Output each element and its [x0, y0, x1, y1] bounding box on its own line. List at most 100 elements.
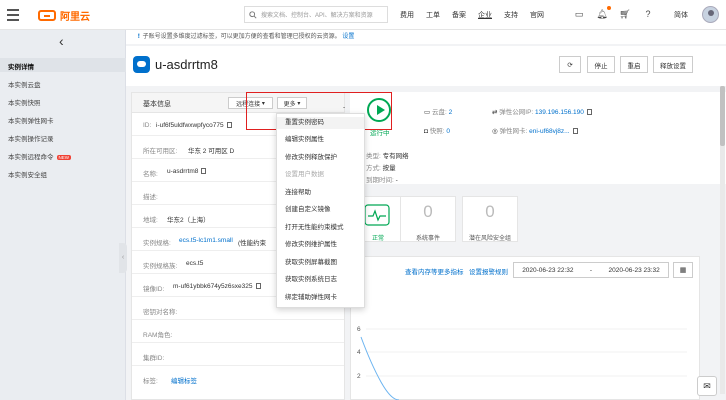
snapshot-icon: ◘: [424, 128, 428, 135]
menu-unlimited-mode[interactable]: 打开无性能约束模式: [277, 222, 364, 234]
language-switch[interactable]: 简体: [674, 10, 688, 20]
info-key: ID:: [143, 122, 152, 129]
scrollbar[interactable]: [720, 86, 725, 394]
date-range-picker[interactable]: 2020-06-23 22:32 - 2020-06-23 23:32: [513, 262, 669, 278]
refresh-button[interactable]: ⟳: [559, 56, 581, 73]
calendar-button[interactable]: ▦: [673, 262, 693, 278]
nav-official-site[interactable]: 官网: [530, 10, 544, 20]
info-key: 名称:: [143, 171, 158, 178]
instance-name-value: u-asdrrtm8: [167, 168, 199, 175]
stop-button[interactable]: 停止: [587, 56, 615, 73]
copy-icon[interactable]: [586, 109, 592, 116]
info-value: i-uf6f5uldfwxwpfyco775: [156, 122, 232, 129]
y-tick-label: 4: [357, 349, 361, 356]
info-key: 标签:: [143, 378, 158, 385]
network-label: 类型:: [366, 153, 381, 160]
expire-label: 到期时间:: [366, 177, 394, 184]
copy-icon[interactable]: [226, 122, 232, 129]
sidebar-collapse-handle[interactable]: ‹: [119, 243, 127, 273]
menu-connection-help[interactable]: 连接帮助: [277, 187, 364, 199]
menu-system-log[interactable]: 获取实例系统日志: [277, 274, 364, 286]
sidebar-item-security-group[interactable]: 本实例安全组: [8, 169, 47, 179]
spec-suffix: (性能约束: [238, 240, 267, 247]
menu-maintenance-attributes[interactable]: 修改实例维护属性: [277, 239, 364, 251]
snapshot-count[interactable]: ◘ 快照: 0: [424, 125, 450, 135]
cpu-line-chart: 6 4 2: [357, 326, 687, 400]
info-row-ram-role: RAM角色:: [132, 321, 344, 343]
bell-icon[interactable]: 🔔︎: [596, 6, 611, 20]
y-tick-label: 2: [357, 373, 361, 380]
nav-support[interactable]: 支持: [504, 10, 518, 20]
edit-icon[interactable]: [201, 168, 207, 175]
more-dropdown-menu: 重置实例密码 编辑实例属性 修改实例释放保护 设置用户数据 连接帮助 创建自定义…: [276, 113, 365, 308]
info-key: 实例规格:: [143, 240, 171, 247]
menu-release-protection[interactable]: 修改实例释放保护: [277, 152, 364, 164]
info-key: 描述:: [143, 194, 158, 201]
terminal-icon[interactable]: ▭: [573, 8, 585, 20]
aliyun-logo[interactable]: 阿里云: [38, 8, 90, 23]
cloud-instance-icon: [133, 56, 150, 73]
info-value: ecs.t5: [186, 260, 204, 267]
release-settings-button[interactable]: 释放设置: [653, 56, 693, 73]
menu-screenshot[interactable]: 获取实例屏幕截图: [277, 257, 364, 269]
info-row-cluster-id: 集群ID:: [132, 344, 344, 366]
security-risk-card[interactable]: 0 潜在风险安全组: [462, 196, 518, 242]
menu-edit-attributes[interactable]: 编辑实例属性: [277, 134, 364, 146]
cart-icon[interactable]: 🛒︎: [619, 8, 631, 20]
network-value: 专有网络: [382, 153, 409, 160]
avatar[interactable]: [702, 6, 719, 23]
system-events-count: 0: [423, 202, 433, 221]
top-navigation-bar: 阿里云 搜索文档、控制台、API、解决方案和资源 费用 工单 备案 企业 支持 …: [0, 0, 726, 30]
instance-spec-link[interactable]: ecs.t5-lc1m1.small: [179, 237, 233, 244]
chat-icon[interactable]: ✉︎: [697, 376, 717, 396]
copy-icon[interactable]: [255, 283, 261, 290]
system-events-card[interactable]: 0 系统事件: [400, 196, 456, 242]
edit-tags-link[interactable]: 编辑标签: [171, 375, 197, 385]
series-line: [360, 336, 400, 400]
disk-count[interactable]: ▭ 云盘: 2: [424, 106, 452, 116]
security-risk-label: 潜在风险安全组: [468, 236, 511, 242]
alarm-rules-link[interactable]: 设置报警规则: [469, 266, 508, 276]
instance-header: u-asdrrtm8 ⟳ 停止 重启 释放设置: [126, 46, 726, 86]
menu-icon[interactable]: [7, 9, 19, 21]
info-key: 所在可用区:: [143, 148, 178, 155]
sidebar-item-eni[interactable]: 本实例弹性网卡: [8, 115, 54, 125]
menu-create-image[interactable]: 创建自定义镜像: [277, 204, 364, 216]
image-id-value: m-uf61ybbk674y5z6sxe325: [173, 283, 253, 290]
notice-bar: ❗︎ 子账号设置多维度过滤标签，可以更加方便的查看和管理已授权的云资源。 设置: [126, 30, 726, 44]
copy-icon[interactable]: [572, 128, 578, 135]
nav-filing[interactable]: 备案: [452, 10, 466, 20]
nav-fees[interactable]: 费用: [400, 10, 414, 20]
search-placeholder: 搜索文档、控制台、API、解决方案和资源: [261, 13, 373, 19]
scrollbar-thumb[interactable]: [720, 86, 725, 146]
menu-user-data: 设置用户数据: [285, 171, 324, 178]
notice-settings-link[interactable]: 设置: [342, 34, 354, 40]
nav-enterprise[interactable]: 企业: [478, 10, 492, 20]
disk-label: 云盘:: [431, 109, 447, 116]
info-key: 实例规格族:: [143, 263, 178, 270]
back-chevron-icon[interactable]: ‹: [59, 33, 64, 49]
basic-info-title: 基本信息: [143, 101, 171, 108]
disk-value: 2: [448, 109, 453, 116]
sidebar-item-label: 本实例远程命令: [8, 154, 54, 161]
restart-button[interactable]: 重启: [620, 56, 648, 73]
nav-tickets[interactable]: 工单: [426, 10, 440, 20]
sidebar-item-disks[interactable]: 本实例云盘: [8, 79, 41, 89]
eip-label: 弹性公网IP:: [499, 109, 534, 116]
menu-bind-eni[interactable]: 绑定辅助弹性网卡: [277, 292, 364, 304]
sidebar-item-instance-details[interactable]: 实例详情: [8, 61, 34, 71]
info-value: 华东2（上海）: [167, 217, 210, 224]
sidebar-item-operation-log[interactable]: 本实例操作记录: [8, 133, 54, 143]
info-row-tags: 标签: 编辑标签: [132, 367, 344, 389]
sidebar-item-remote-command[interactable]: 本实例远程命令 NEW: [8, 151, 71, 161]
instance-id-value: i-uf6f5uldfwxwpfyco775: [156, 122, 224, 129]
eni-info: ◎ 弹性网卡: eni-uf68vj8z...: [492, 125, 578, 135]
menu-reset-password[interactable]: 重置实例密码: [277, 117, 364, 129]
more-metrics-link[interactable]: 查看内存等更多指标: [405, 266, 464, 276]
eni-label: 弹性网卡:: [499, 128, 528, 135]
search-input[interactable]: 搜索文档、控制台、API、解决方案和资源: [244, 6, 388, 23]
eip-value[interactable]: 139.196.156.190: [535, 109, 584, 116]
sidebar-item-snapshots[interactable]: 本实例快照: [8, 97, 41, 107]
eni-value[interactable]: eni-uf68vj8z...: [529, 128, 569, 135]
help-icon[interactable]: ?: [642, 8, 654, 20]
